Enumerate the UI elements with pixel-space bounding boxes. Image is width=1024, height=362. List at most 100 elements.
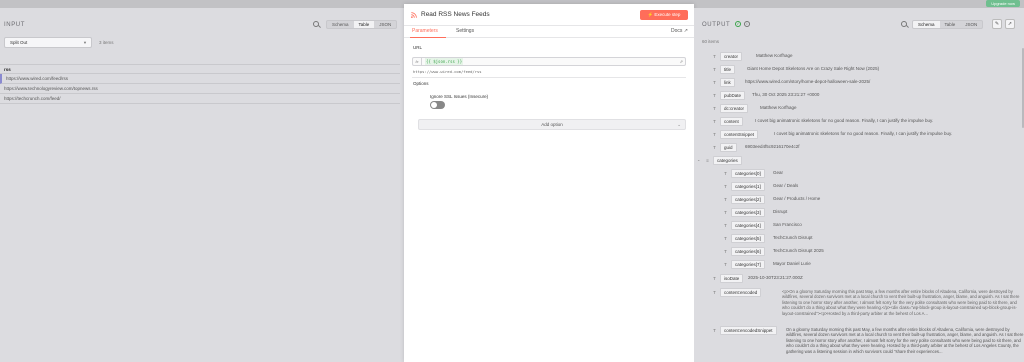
field-key[interactable]: categories[5] bbox=[731, 234, 765, 243]
field-key[interactable]: creator bbox=[720, 52, 743, 61]
schema-field-row[interactable]: Tcategories[4] San Francisco bbox=[694, 221, 1024, 230]
string-type-icon: T bbox=[713, 328, 716, 333]
url-field[interactable]: fx {{ $json.rss }} ⇗ bbox=[412, 57, 686, 66]
field-key[interactable]: content:encodedSnippet bbox=[720, 326, 777, 335]
input-table: rss https://www.wired.com/feed/rss https… bbox=[0, 64, 400, 104]
schema-field-row[interactable]: Tcategories[3] Disrupt bbox=[694, 208, 1024, 217]
field-value: Thu, 30 Oct 2025 23:21:27 +0000 bbox=[752, 92, 820, 97]
string-type-icon: T bbox=[713, 67, 716, 72]
field-key[interactable]: content bbox=[720, 117, 743, 126]
docs-link[interactable]: Docs ↗ bbox=[671, 28, 688, 34]
schema-field-row[interactable]: Tcategories[0] Gear bbox=[694, 169, 1024, 178]
field-key[interactable]: categories[3] bbox=[731, 208, 765, 217]
table-row[interactable]: https://www.technologyreview.com/topnews… bbox=[0, 84, 400, 94]
output-view-schema[interactable]: Schema bbox=[913, 21, 940, 28]
string-type-icon: T bbox=[713, 93, 716, 98]
input-view-json[interactable]: JSON bbox=[374, 21, 396, 28]
field-key[interactable]: guid bbox=[720, 143, 737, 152]
input-view-schema[interactable]: Schema bbox=[327, 21, 354, 28]
field-key[interactable]: contentSnippet bbox=[720, 130, 759, 139]
schema-field-row[interactable]: TpubDate Thu, 30 Oct 2025 23:21:27 +0000 bbox=[694, 91, 1024, 100]
output-view-table[interactable]: Table bbox=[940, 21, 961, 28]
field-key[interactable]: categories bbox=[713, 156, 742, 165]
string-type-icon: T bbox=[713, 132, 716, 137]
chevron-down-icon: ▼ bbox=[83, 40, 87, 45]
field-value: I covet big animatronic skeletons for no… bbox=[774, 131, 953, 136]
table-row[interactable]: https://www.wired.com/feed/rss bbox=[0, 74, 400, 84]
field-key[interactable]: categories[6] bbox=[731, 247, 765, 256]
field-value: Matthew Korfhage bbox=[756, 53, 793, 58]
field-key[interactable]: categories[7] bbox=[731, 260, 765, 269]
field-key[interactable]: title bbox=[720, 65, 736, 74]
array-type-icon: ≡ bbox=[706, 158, 709, 163]
tab-settings[interactable]: Settings bbox=[456, 28, 474, 34]
schema-field-row[interactable]: TisoDate 2025-10-30T23:21:27.000Z bbox=[694, 274, 1024, 283]
edit-icon[interactable]: ✎ bbox=[992, 19, 1002, 29]
input-items-count: 3 items bbox=[99, 40, 114, 45]
expand-icon[interactable]: ⇗ bbox=[680, 58, 683, 65]
table-header-rss: rss bbox=[0, 64, 400, 74]
active-tab-indicator bbox=[410, 37, 446, 38]
schema-field-row[interactable]: ≡ categories ⌄ bbox=[694, 156, 1024, 165]
field-value: TechCrunch Disrupt bbox=[773, 235, 813, 240]
field-value: TechCrunch Disrupt 2025 bbox=[773, 248, 824, 253]
divider bbox=[412, 77, 686, 78]
string-type-icon: T bbox=[724, 184, 727, 189]
execute-step-button[interactable]: ⚡ Execute step bbox=[640, 10, 688, 20]
node-settings-modal: Read RSS News Feeds ⚡ Execute step Param… bbox=[404, 4, 694, 362]
schema-field-row[interactable]: Tcontent I covet big animatronic skeleton… bbox=[694, 117, 1024, 126]
schema-field-row[interactable]: Ttitle Giant Home Depot Skeletons Are on … bbox=[694, 65, 1024, 74]
field-value: Gear / Deals bbox=[773, 183, 799, 188]
schema-field-row[interactable]: Tcategories[6] TechCrunch Disrupt 2025 bbox=[694, 247, 1024, 256]
schema-field-row[interactable]: Tguid 6903eed4f5c9216170e4c2f bbox=[694, 143, 1024, 152]
string-type-icon: T bbox=[724, 236, 727, 241]
pin-icon[interactable]: ➚ bbox=[1005, 19, 1015, 29]
schema-field-row[interactable]: Tcategories[2] Gear / Products / Home bbox=[694, 195, 1024, 204]
modal-tabs: Parameters Settings Docs ↗ bbox=[404, 26, 694, 38]
schema-field-row[interactable]: TcontentSnippet I covet big animatronic s… bbox=[694, 130, 1024, 139]
field-value: Matthew Korfhage bbox=[760, 105, 797, 110]
schema-field-row[interactable]: Tcategories[1] Gear / Deals bbox=[694, 182, 1024, 191]
ssl-option-label: Ignore SSL Issues (Insecure) bbox=[430, 94, 489, 99]
add-option-label: Add option bbox=[541, 122, 563, 127]
field-key[interactable]: categories[2] bbox=[731, 195, 765, 204]
info-icon[interactable]: i bbox=[744, 21, 750, 27]
input-view-table[interactable]: Table bbox=[353, 21, 375, 28]
chevron-down-icon: ⌄ bbox=[677, 122, 681, 127]
string-type-icon: T bbox=[713, 276, 716, 281]
ssl-toggle[interactable] bbox=[430, 101, 445, 109]
string-type-icon: T bbox=[724, 223, 727, 228]
string-type-icon: T bbox=[724, 262, 727, 267]
field-key[interactable]: content:encoded bbox=[720, 288, 762, 297]
url-label: URL bbox=[413, 45, 423, 50]
field-value: Mayor Daniel Lurie bbox=[773, 261, 811, 266]
tab-parameters[interactable]: Parameters bbox=[412, 28, 438, 34]
field-key[interactable]: categories[4] bbox=[731, 221, 765, 230]
add-option-button[interactable]: Add option ⌄ bbox=[418, 119, 686, 130]
schema-field-row[interactable]: Tcategories[5] TechCrunch Disrupt bbox=[694, 234, 1024, 243]
upgrade-button[interactable]: Upgrade now bbox=[986, 0, 1020, 7]
output-panel: OUTPUT ✓ i Schema Table JSON ✎ ➚ 60 item… bbox=[694, 8, 1024, 362]
string-type-icon: T bbox=[713, 106, 716, 111]
field-key[interactable]: categories[1] bbox=[731, 182, 765, 191]
field-value: Disrupt bbox=[773, 209, 788, 214]
string-type-icon: T bbox=[713, 290, 716, 295]
string-type-icon: T bbox=[713, 119, 716, 124]
search-icon[interactable] bbox=[901, 21, 907, 27]
field-key[interactable]: pubDate bbox=[720, 91, 746, 100]
schema-field-row[interactable]: Tlink https://www.wired.com/story/home-de… bbox=[694, 78, 1024, 87]
schema-field-row[interactable]: Tcreator Matthew Korfhage bbox=[694, 52, 1024, 61]
table-row[interactable]: https://techcrunch.com/feed/ bbox=[0, 94, 400, 104]
field-value: 2025-10-30T23:21:27.000Z bbox=[748, 275, 803, 280]
schema-field-row[interactable]: Tdc:creator Matthew Korfhage bbox=[694, 104, 1024, 113]
field-key[interactable]: isoDate bbox=[720, 274, 744, 283]
output-view-json[interactable]: JSON bbox=[960, 21, 982, 28]
field-key[interactable]: link bbox=[720, 78, 735, 87]
field-key[interactable]: dc:creator bbox=[720, 104, 749, 113]
input-node-select[interactable]: Split Out ▼ bbox=[4, 37, 92, 48]
search-icon[interactable] bbox=[313, 21, 319, 27]
schema-field-row[interactable]: Tcategories[7] Mayor Daniel Lurie bbox=[694, 260, 1024, 269]
field-value-long: <p>On a gloomy Saturday morning this pas… bbox=[782, 289, 1020, 316]
collapse-caret-icon[interactable]: ⌄ bbox=[697, 157, 700, 162]
field-key[interactable]: categories[0] bbox=[731, 169, 765, 178]
